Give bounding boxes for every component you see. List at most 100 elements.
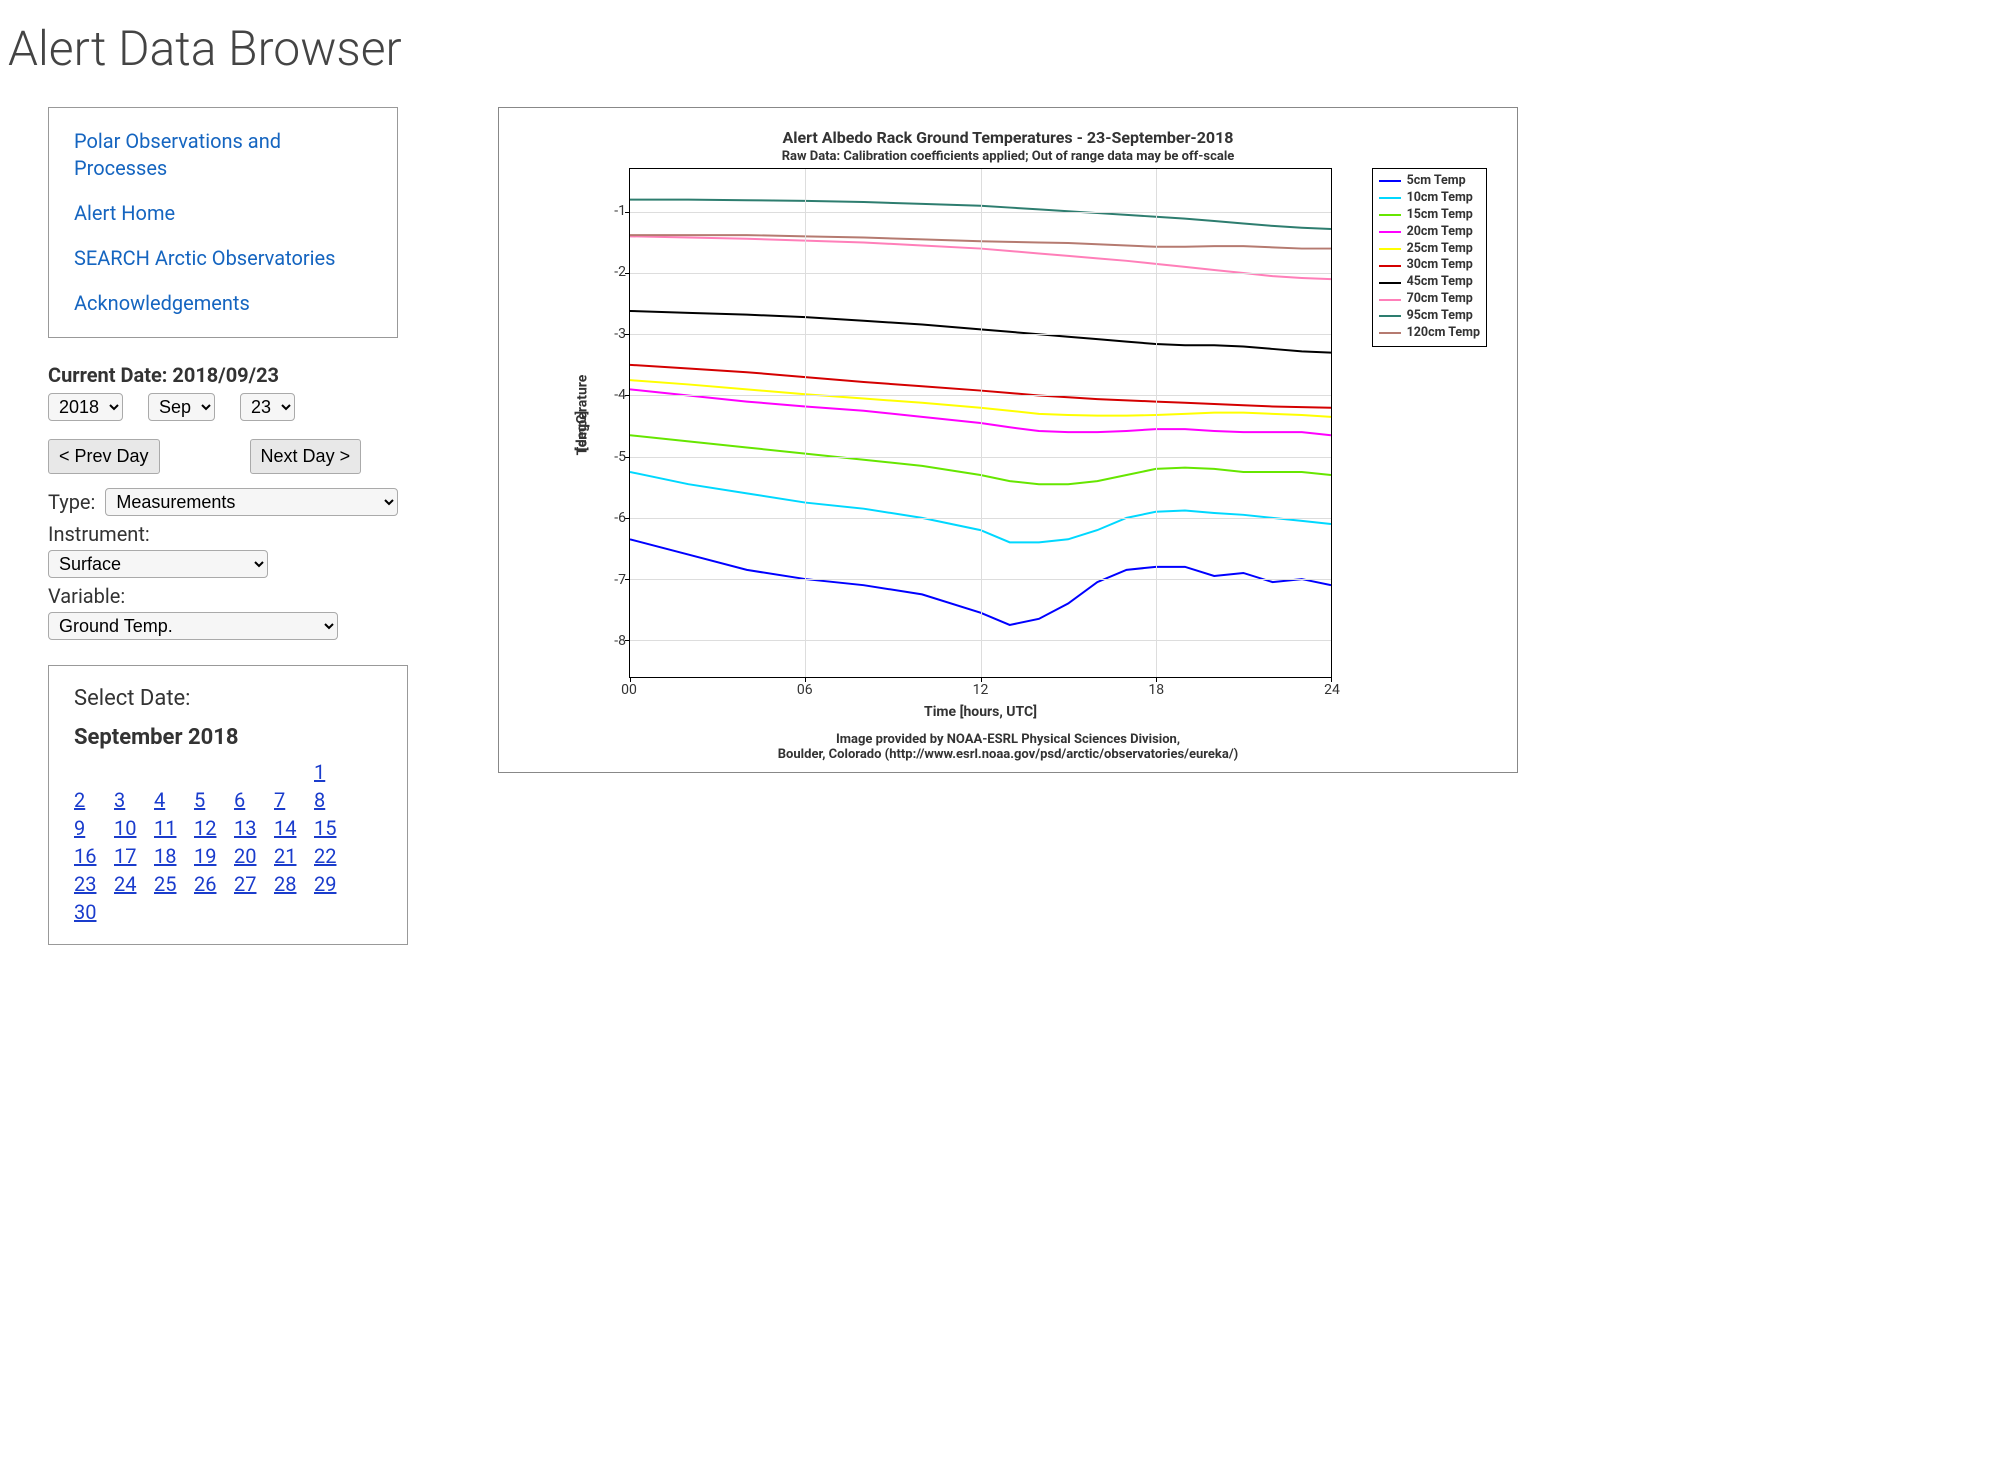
calendar-box: Select Date: September 2018 123456789101… xyxy=(48,665,408,945)
x-tick-label: 24 xyxy=(1324,682,1340,698)
calendar-day[interactable]: 4 xyxy=(154,788,165,812)
y-tick-label: -7 xyxy=(614,572,626,588)
calendar-day[interactable]: 25 xyxy=(154,872,176,896)
y-tick-label: -3 xyxy=(614,326,626,342)
legend-item: 25cm Temp xyxy=(1379,241,1480,258)
calendar-day[interactable]: 17 xyxy=(114,844,136,868)
month-select[interactable]: Sep xyxy=(148,393,215,421)
legend-swatch xyxy=(1379,282,1401,284)
legend-item: 15cm Temp xyxy=(1379,207,1480,224)
chart-subtitle: Raw Data: Calibration coefficients appli… xyxy=(514,149,1502,164)
legend-label: 5cm Temp xyxy=(1407,173,1466,190)
calendar-day[interactable]: 14 xyxy=(274,816,296,840)
page-title: Alert Data Browser xyxy=(8,20,1984,77)
y-tick-label: -1 xyxy=(614,203,626,219)
controls: Current Date: 2018/09/23 2018 Sep 23 < P… xyxy=(48,363,398,640)
legend-swatch xyxy=(1379,231,1401,233)
y-axis-label: Temperature [degC] xyxy=(542,168,623,678)
calendar-day[interactable]: 18 xyxy=(154,844,176,868)
calendar-day[interactable]: 30 xyxy=(74,900,96,924)
instrument-select[interactable]: Surface xyxy=(48,550,268,578)
x-tick-label: 00 xyxy=(621,682,637,698)
day-select[interactable]: 23 xyxy=(240,393,295,421)
instrument-label: Instrument: xyxy=(48,522,150,546)
y-tick-label: -5 xyxy=(614,449,626,465)
legend-swatch xyxy=(1379,197,1401,199)
calendar-day[interactable]: 6 xyxy=(234,788,245,812)
x-axis-label: Time [hours, UTC] xyxy=(629,704,1332,720)
calendar-day[interactable]: 19 xyxy=(194,844,216,868)
legend-item: 70cm Temp xyxy=(1379,291,1480,308)
legend-label: 10cm Temp xyxy=(1407,190,1473,207)
type-select[interactable]: Measurements xyxy=(105,488,398,516)
y-tick-label: -6 xyxy=(614,510,626,526)
calendar-day[interactable]: 12 xyxy=(194,816,216,840)
nav-box: Polar Observations and Processes Alert Ho… xyxy=(48,107,398,338)
calendar-day[interactable]: 23 xyxy=(74,872,96,896)
nav-link[interactable]: Alert Home xyxy=(74,200,372,227)
chart-credits: Image provided by NOAA-ESRL Physical Sci… xyxy=(514,732,1502,762)
calendar-day[interactable]: 1 xyxy=(314,760,325,784)
calendar-day[interactable]: 10 xyxy=(114,816,136,840)
year-select[interactable]: 2018 xyxy=(48,393,123,421)
calendar-day[interactable]: 11 xyxy=(154,816,176,840)
chart-title: Alert Albedo Rack Ground Temperatures - … xyxy=(514,128,1502,147)
x-tick-label: 18 xyxy=(1148,682,1164,698)
chart-panel: Alert Albedo Rack Ground Temperatures - … xyxy=(498,107,1518,773)
variable-select[interactable]: Ground Temp. xyxy=(48,612,338,640)
x-tick-label: 12 xyxy=(973,682,989,698)
calendar-day[interactable]: 16 xyxy=(74,844,96,868)
legend-label: 15cm Temp xyxy=(1407,207,1473,224)
nav-link[interactable]: Polar Observations and Processes xyxy=(74,128,372,182)
legend-label: 30cm Temp xyxy=(1407,257,1473,274)
calendar-day[interactable]: 26 xyxy=(194,872,216,896)
legend: 5cm Temp10cm Temp15cm Temp20cm Temp25cm … xyxy=(1372,168,1487,347)
calendar-title: Select Date: xyxy=(74,686,382,711)
x-tick-label: 06 xyxy=(797,682,813,698)
calendar-day[interactable]: 22 xyxy=(314,844,336,868)
legend-label: 45cm Temp xyxy=(1407,274,1473,291)
legend-item: 45cm Temp xyxy=(1379,274,1480,291)
type-label: Type: xyxy=(48,490,95,514)
calendar-day[interactable]: 21 xyxy=(274,844,296,868)
calendar-day[interactable]: 27 xyxy=(234,872,256,896)
legend-swatch xyxy=(1379,299,1401,301)
calendar-month: September 2018 xyxy=(74,725,382,750)
calendar-day[interactable]: 8 xyxy=(314,788,325,812)
variable-label: Variable: xyxy=(48,584,125,608)
calendar-day[interactable]: 24 xyxy=(114,872,136,896)
next-day-button[interactable]: Next Day > xyxy=(250,439,362,474)
legend-swatch xyxy=(1379,315,1401,317)
sidebar: Polar Observations and Processes Alert Ho… xyxy=(8,107,398,945)
legend-label: 70cm Temp xyxy=(1407,291,1473,308)
chart-body: Temperature [degC] 5cm Temp10cm Temp15cm… xyxy=(514,168,1502,728)
calendar-day[interactable]: 15 xyxy=(314,816,336,840)
legend-item: 10cm Temp xyxy=(1379,190,1480,207)
calendar-day[interactable]: 13 xyxy=(234,816,256,840)
calendar-day[interactable]: 28 xyxy=(274,872,296,896)
legend-swatch xyxy=(1379,248,1401,250)
nav-link[interactable]: Acknowledgements xyxy=(74,290,372,317)
legend-label: 25cm Temp xyxy=(1407,241,1473,258)
current-date-label: Current Date: 2018/09/23 xyxy=(48,363,398,387)
calendar-day[interactable]: 2 xyxy=(74,788,85,812)
legend-item: 30cm Temp xyxy=(1379,257,1480,274)
date-selects: 2018 Sep 23 xyxy=(48,393,398,421)
calendar-day[interactable]: 29 xyxy=(314,872,336,896)
calendar-day[interactable]: 20 xyxy=(234,844,256,868)
legend-item: 120cm Temp xyxy=(1379,325,1480,342)
legend-swatch xyxy=(1379,180,1401,182)
legend-label: 20cm Temp xyxy=(1407,224,1473,241)
calendar-day[interactable]: 5 xyxy=(194,788,205,812)
calendar-day[interactable]: 3 xyxy=(114,788,125,812)
legend-label: 120cm Temp xyxy=(1407,325,1480,342)
y-tick-label: -8 xyxy=(614,633,626,649)
legend-label: 95cm Temp xyxy=(1407,308,1473,325)
prev-day-button[interactable]: < Prev Day xyxy=(48,439,160,474)
layout: Polar Observations and Processes Alert Ho… xyxy=(8,107,1984,945)
calendar-grid: 1234567891011121314151617181920212223242… xyxy=(74,760,382,924)
calendar-day[interactable]: 9 xyxy=(74,816,85,840)
nav-link[interactable]: SEARCH Arctic Observatories xyxy=(74,245,372,272)
calendar-day[interactable]: 7 xyxy=(274,788,285,812)
legend-swatch xyxy=(1379,214,1401,216)
